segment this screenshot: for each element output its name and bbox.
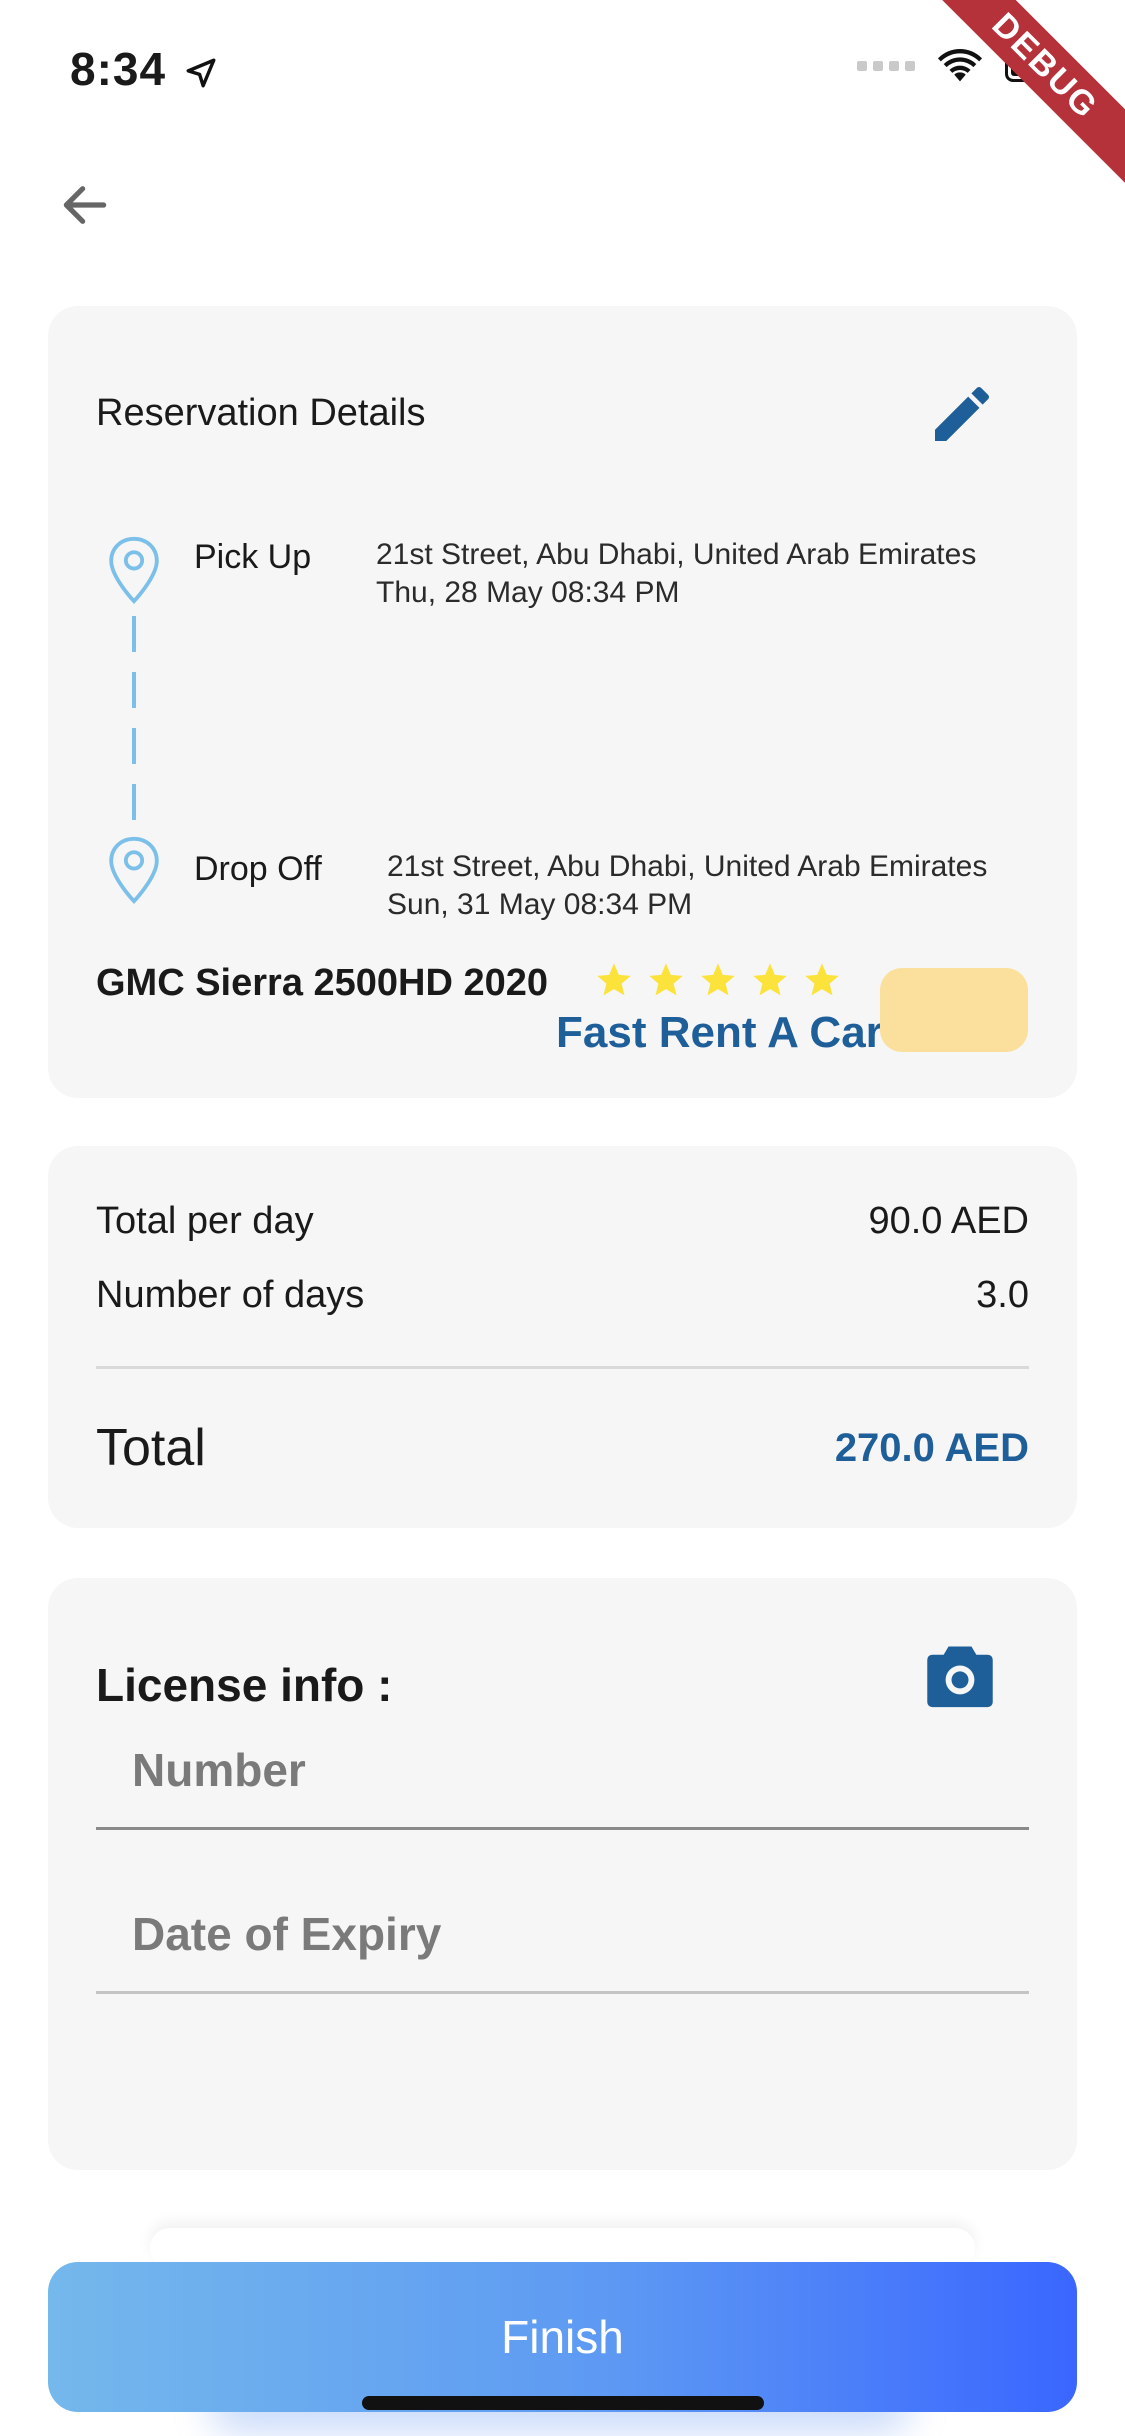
days-label: Number of days — [96, 1274, 365, 1316]
debug-banner: DEBUG — [920, 0, 1125, 191]
finish-button[interactable]: Finish — [48, 2262, 1077, 2412]
pickup-pin-icon — [109, 536, 159, 604]
license-expiry-underline — [96, 1991, 1029, 1994]
per-day-label: Total per day — [96, 1200, 314, 1242]
totals-card: Total per day 90.0 AED Number of days 3.… — [48, 1146, 1077, 1528]
license-number-input[interactable] — [96, 1710, 1029, 1830]
dropoff-datetime: Sun, 31 May 08:34 PM — [387, 888, 693, 921]
star-icon — [649, 963, 683, 996]
license-number-field[interactable] — [96, 1710, 1029, 1830]
pencil-icon — [935, 386, 990, 441]
total-value: 270.0 AED — [834, 1426, 1029, 1470]
reservation-card: Reservation Details Pick Up 21st Street,… — [48, 306, 1077, 1098]
status-time: 8:34 — [70, 42, 218, 96]
pickup-address: 21st Street, Abu Dhabi, United Arab Emir… — [376, 538, 977, 571]
rating-stars — [594, 960, 842, 1000]
license-expiry-field[interactable] — [96, 1874, 1029, 1994]
back-button[interactable] — [50, 170, 120, 240]
status-time-text: 8:34 — [70, 43, 167, 95]
home-indicator — [362, 2396, 764, 2410]
camera-icon — [927, 1646, 993, 1708]
edit-button[interactable] — [926, 378, 998, 450]
license-expiry-input[interactable] — [96, 1874, 1029, 1994]
dropoff-label: Drop Off — [194, 850, 322, 888]
per-day-value: 90.0 AED — [868, 1200, 1029, 1242]
license-card: License info : — [48, 1578, 1077, 2170]
star-icon — [701, 963, 735, 996]
totals-divider — [96, 1366, 1029, 1369]
license-number-underline — [96, 1827, 1029, 1830]
car-name: GMC Sierra 2500HD 2020 — [96, 962, 549, 1004]
dropoff-address: 21st Street, Abu Dhabi, United Arab Emir… — [387, 850, 988, 883]
reservation-title: Reservation Details — [96, 392, 426, 434]
pickup-label: Pick Up — [194, 538, 312, 576]
route-dashed-line — [132, 616, 136, 826]
days-value: 3.0 — [976, 1274, 1029, 1316]
camera-button[interactable] — [920, 1640, 1000, 1712]
agency-name[interactable]: Fast Rent A Car — [556, 1008, 883, 1058]
agency-badge — [880, 968, 1028, 1052]
star-icon — [597, 963, 631, 996]
star-icon — [753, 963, 787, 996]
license-title: License info : — [96, 1659, 393, 1711]
total-label: Total — [96, 1419, 206, 1477]
dropoff-pin-icon — [109, 836, 159, 904]
star-icon — [805, 963, 839, 996]
arrow-back-icon — [63, 186, 107, 224]
cellular-signal-icon — [857, 61, 915, 71]
wifi-icon — [937, 48, 983, 82]
location-arrow-icon — [186, 58, 216, 88]
pickup-datetime: Thu, 28 May 08:34 PM — [376, 576, 680, 609]
